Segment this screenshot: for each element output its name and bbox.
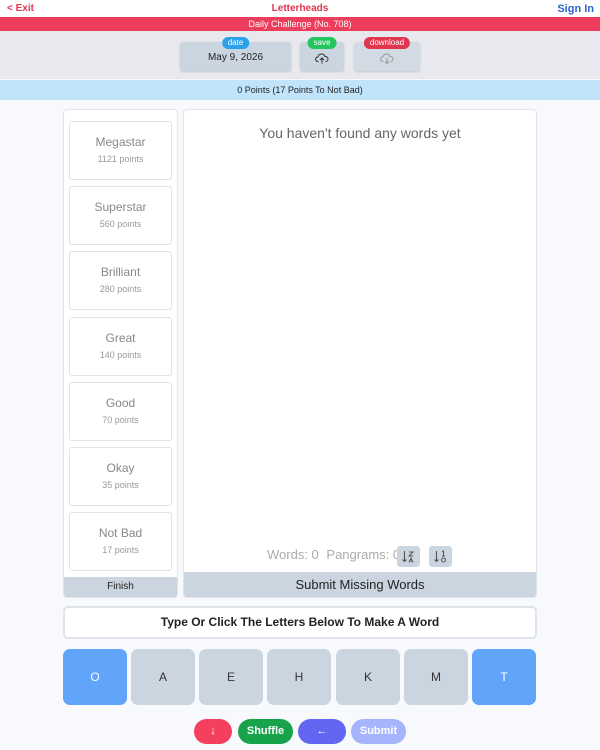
letter-tile-center[interactable]: T bbox=[472, 649, 536, 705]
words-count: Words: 0 bbox=[267, 547, 319, 562]
shuffle-button[interactable]: Shuffle bbox=[238, 719, 293, 744]
finish-button[interactable]: Finish bbox=[64, 577, 177, 597]
sign-in-link[interactable]: Sign In bbox=[557, 3, 594, 15]
pangrams-count: Pangrams: 0 bbox=[326, 547, 401, 562]
level-points: 35 points bbox=[102, 480, 139, 490]
letter-tile[interactable]: M bbox=[404, 649, 468, 705]
level-name: Good bbox=[105, 396, 136, 410]
app-title: Letterheads bbox=[271, 3, 329, 14]
delete-button[interactable]: ↓ bbox=[194, 719, 232, 744]
level-good: Good 70 points bbox=[69, 382, 172, 441]
level-okay: Okay 35 points bbox=[69, 447, 172, 506]
download-pill: download bbox=[363, 37, 411, 49]
date-pill: date bbox=[221, 37, 250, 49]
sort-alphabetical-button[interactable] bbox=[397, 546, 420, 567]
level-points: 1121 points bbox=[97, 154, 144, 164]
letter-tile[interactable]: E bbox=[199, 649, 263, 705]
cloud-download-icon bbox=[380, 53, 394, 64]
submit-missing-words-button[interactable]: Submit Missing Words bbox=[184, 572, 536, 597]
sort-length-button[interactable] bbox=[429, 546, 452, 567]
date-value: May 9, 2026 bbox=[207, 52, 264, 63]
level-name: Megastar bbox=[95, 135, 146, 149]
level-points: 560 points bbox=[99, 219, 142, 229]
letter-tile[interactable]: H bbox=[267, 649, 331, 705]
backspace-button[interactable]: ← bbox=[298, 719, 346, 744]
controls-bar: date May 9, 2026 save download bbox=[0, 31, 600, 79]
letter-tile[interactable]: A bbox=[131, 649, 195, 705]
save-button[interactable]: save bbox=[300, 37, 344, 71]
empty-words-message: You haven't found any words yet bbox=[259, 125, 461, 141]
letter-tile-center[interactable]: O bbox=[63, 649, 127, 705]
points-status: 0 Points (17 Points To Not Bad) bbox=[0, 80, 600, 100]
levels-panel: Megastar 1121 points Superstar 560 point… bbox=[63, 109, 178, 598]
level-name: Brilliant bbox=[100, 265, 141, 279]
level-superstar: Superstar 560 points bbox=[69, 186, 172, 245]
found-words-panel: You haven't found any words yet Words: 0… bbox=[183, 109, 537, 598]
level-name: Great bbox=[105, 331, 136, 345]
word-stats: Words: 0 Pangrams: 0 bbox=[267, 547, 404, 562]
level-name: Superstar bbox=[94, 200, 147, 214]
level-name: Not Bad bbox=[98, 526, 143, 540]
sort-length-icon bbox=[434, 550, 446, 563]
level-megastar: Megastar 1121 points bbox=[69, 121, 172, 180]
daily-challenge-banner: Daily Challenge (No. 708) bbox=[0, 17, 600, 31]
submit-button[interactable]: Submit bbox=[351, 719, 406, 744]
sort-alpha-icon bbox=[402, 551, 415, 563]
letter-tile[interactable]: K bbox=[336, 649, 400, 705]
word-entry-field[interactable]: Type Or Click The Letters Below To Make … bbox=[63, 606, 537, 639]
level-not-bad: Not Bad 17 points bbox=[69, 512, 172, 571]
level-points: 140 points bbox=[99, 350, 142, 360]
cloud-upload-icon bbox=[315, 53, 329, 64]
level-points: 17 points bbox=[102, 545, 139, 555]
level-points: 280 points bbox=[99, 284, 142, 294]
date-button[interactable]: date May 9, 2026 bbox=[180, 37, 291, 71]
download-button[interactable]: download bbox=[354, 37, 420, 71]
level-great: Great 140 points bbox=[69, 317, 172, 376]
save-pill: save bbox=[307, 37, 337, 49]
level-brilliant: Brilliant 280 points bbox=[69, 251, 172, 310]
level-points: 70 points bbox=[102, 415, 139, 425]
level-name: Okay bbox=[106, 461, 135, 475]
top-bar: < Exit Letterheads Sign In bbox=[0, 0, 600, 17]
